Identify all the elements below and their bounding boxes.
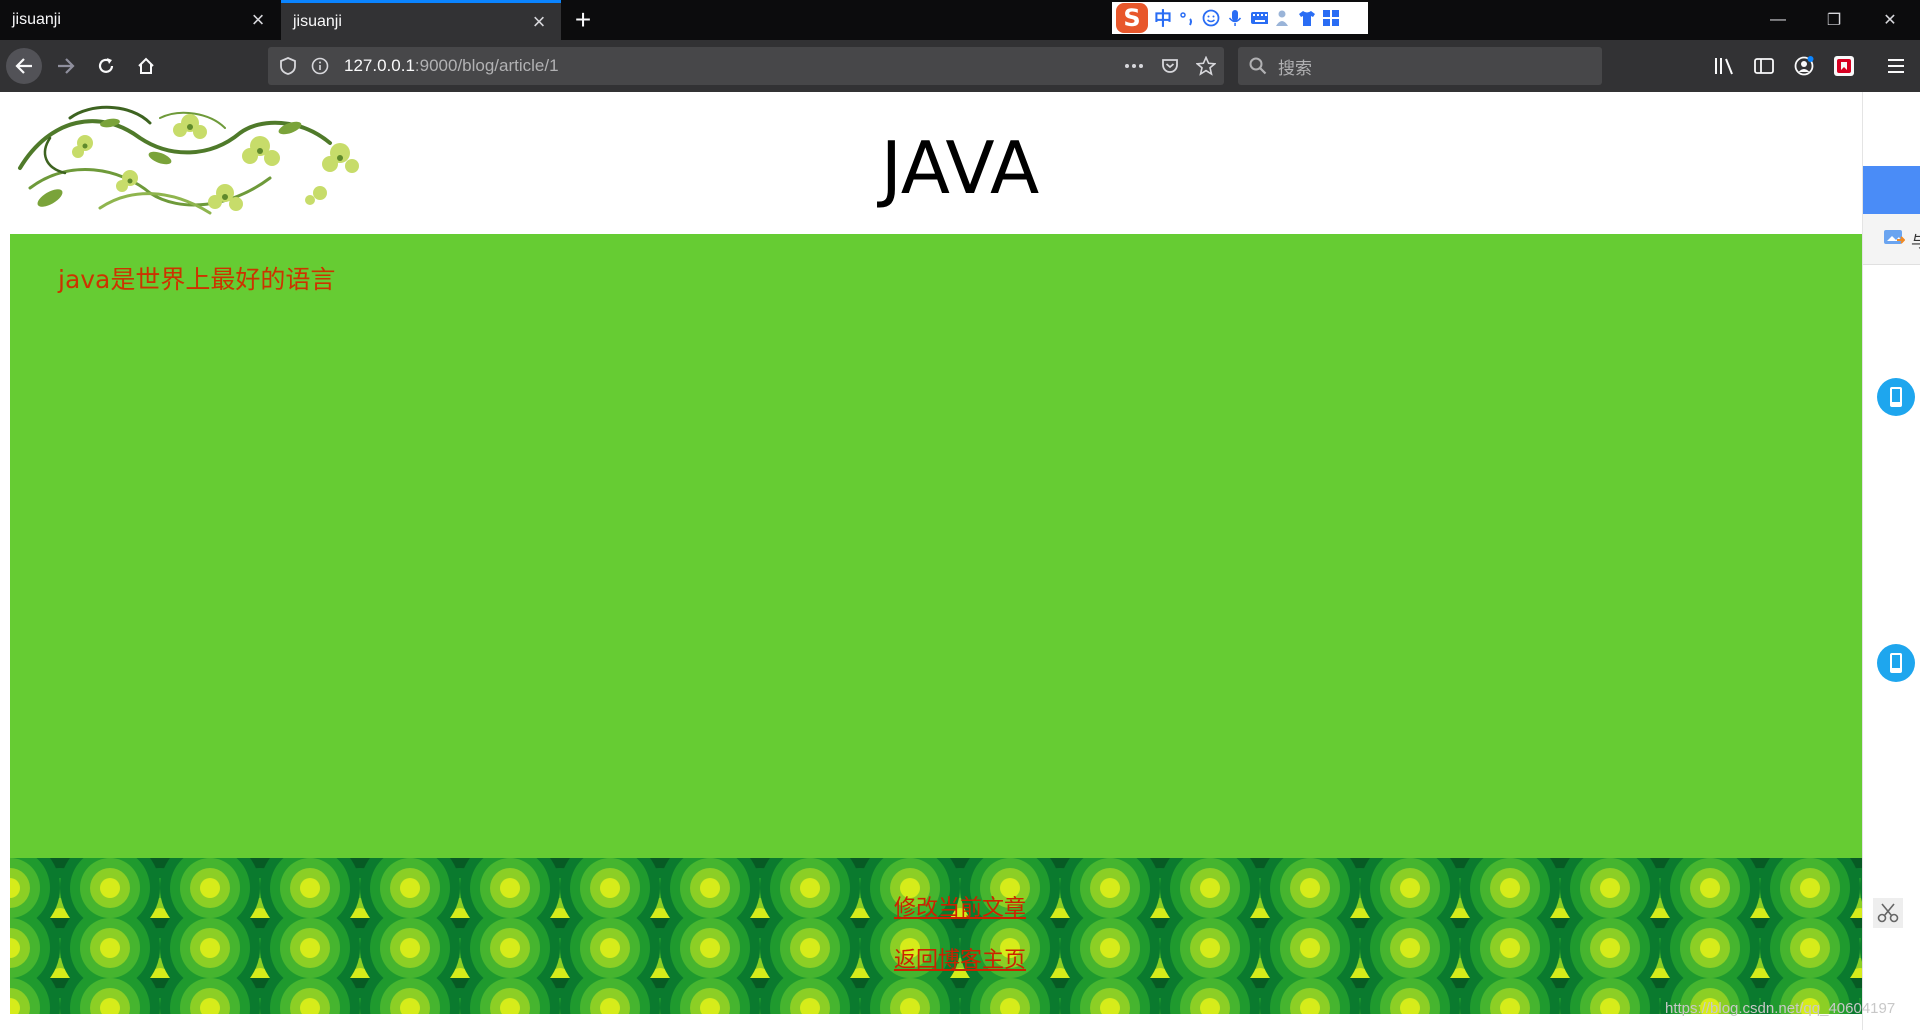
back-button[interactable] [6,48,42,84]
navigation-bar: 127.0.0.1:9000/blog/article/1 搜索 [0,40,1920,92]
keyboard-icon[interactable] [1250,9,1268,27]
side-panel-label: 与 [1911,232,1920,251]
sogou-logo-icon[interactable]: S [1116,3,1148,33]
search-input[interactable]: 搜索 [1278,54,1312,79]
bookmark-star-icon[interactable] [1196,56,1216,76]
page-header: JAVA [10,92,1862,234]
sidebar-toggle-icon[interactable] [1752,54,1776,78]
punctuation-icon[interactable] [1178,9,1196,27]
skin-shirt-icon[interactable] [1298,9,1316,27]
shield-icon[interactable] [278,56,298,76]
side-panel-header[interactable] [1863,166,1920,214]
scale-pattern-background [10,858,1862,1014]
forward-arrow-icon [58,58,75,74]
phone-icon[interactable] [1877,378,1915,416]
menu-hamburger-icon[interactable] [1884,54,1908,78]
side-panel-tool[interactable]: 与 [1863,214,1920,265]
reload-button[interactable] [88,48,124,84]
tab-bar: jisuanji × jisuanji × + S 中 — ❐ ✕ [0,0,1920,40]
back-to-blog-home-link[interactable]: 返回博客主页 [10,942,1862,974]
home-icon [138,57,154,74]
url-path: :9000/blog/article/1 [414,56,559,75]
watermark-text: https://blog.csdn.net/qq_40604197 [1665,1000,1896,1017]
toolbox-grid-icon[interactable] [1322,9,1340,27]
article-text: java是世界上最好的语言 [58,265,336,294]
tab-title: jisuanji [293,12,342,30]
tab-close-icon[interactable]: × [248,7,268,33]
restore-button[interactable]: ❐ [1806,0,1862,40]
edit-article-link[interactable]: 修改当前文章 [10,890,1862,922]
user-icon[interactable] [1274,9,1292,27]
url-host: 127.0.0.1 [344,56,415,75]
article-content-area: java是世界上最好的语言 [10,234,1862,858]
close-window-button[interactable]: ✕ [1862,0,1918,40]
pocket-icon[interactable] [1160,56,1180,76]
library-icon[interactable] [1712,54,1736,78]
search-icon [1248,56,1268,76]
new-tab-button[interactable]: + [568,5,598,35]
account-icon[interactable] [1792,54,1816,78]
minimize-button[interactable]: — [1750,0,1806,40]
tab-1[interactable]: jisuanji × [0,0,280,40]
back-arrow-icon [15,58,32,74]
reload-icon [98,58,114,73]
tab-title: jisuanji [12,11,61,28]
emoji-icon[interactable] [1202,9,1220,27]
scissors-icon[interactable] [1873,898,1903,928]
edit-article-link-text: 修改当前文章 [893,896,1026,921]
search-bar[interactable]: 搜索 [1238,47,1602,85]
site-info-icon[interactable] [310,56,330,76]
tab-2[interactable]: jisuanji × [281,0,561,40]
page-title: JAVA [880,126,1040,210]
image-tool-icon [1883,228,1906,253]
url-bar[interactable]: 127.0.0.1:9000/blog/article/1 [268,47,1224,85]
page-actions-icon[interactable] [1124,56,1144,76]
extension-icon[interactable] [1832,54,1856,78]
footer-area: 修改当前文章 返回博客主页 [10,858,1862,1014]
ime-mode[interactable]: 中 [1154,5,1172,31]
home-button[interactable] [128,48,164,84]
microphone-icon[interactable] [1226,9,1244,27]
back-to-blog-home-link-text: 返回博客主页 [893,948,1026,973]
ime-toolbar: S 中 [1112,2,1368,34]
url-text: 127.0.0.1:9000/blog/article/1 [344,56,559,76]
phone-icon[interactable] [1877,644,1915,682]
side-floating-panel: 与 [1862,92,1920,1030]
forward-button[interactable] [48,48,84,84]
tab-close-icon[interactable]: × [529,9,549,35]
